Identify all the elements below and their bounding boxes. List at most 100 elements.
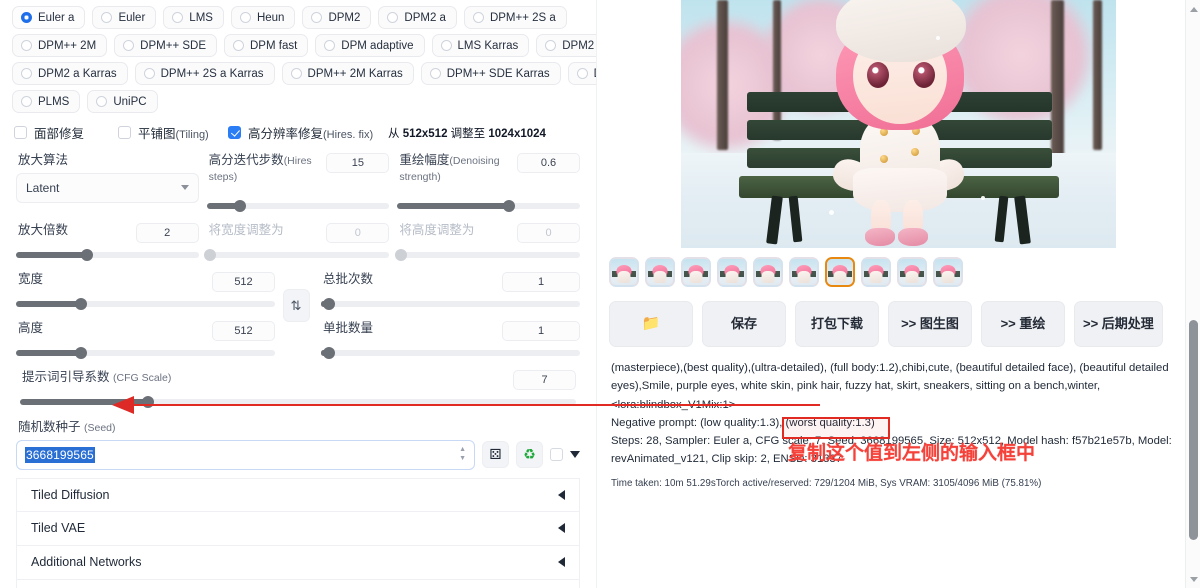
resize-width-slider[interactable] — [204, 247, 390, 263]
sampler-option-dpm-adaptive[interactable]: DPM adaptive — [315, 34, 425, 57]
slider-knob[interactable] — [204, 249, 217, 262]
batch-count-input[interactable]: 1 — [502, 272, 580, 293]
resize-height-input[interactable]: 0 — [517, 223, 581, 244]
denoise-input[interactable]: 0.6 — [517, 153, 581, 173]
send-to-img2img-button[interactable]: >> 图生图 — [888, 301, 972, 347]
cfg-input[interactable]: 7 — [513, 370, 576, 391]
width-header: 宽度 512 — [16, 272, 275, 293]
hires-fix-checkbox[interactable]: 高分辨率修复(Hires. fix) — [228, 123, 388, 142]
sampler-option-dpmpp-2m[interactable]: DPM++ 2M — [12, 34, 108, 57]
upscaler-select[interactable]: Latent — [16, 172, 199, 203]
random-seed-button[interactable]: ⚄ — [482, 441, 509, 469]
sampler-option-lms[interactable]: LMS — [163, 6, 224, 29]
scrollbar-thumb[interactable] — [1189, 320, 1198, 540]
seed-input[interactable]: 3668199565 ▲ ▼ — [16, 439, 475, 470]
gallery-thumbnail[interactable] — [825, 257, 855, 287]
sampler-option-dpmpp-2s-a-karras[interactable]: DPM++ 2S a Karras — [134, 62, 275, 85]
sampler-option-dpm2-karras[interactable]: DPM2 Karras — [536, 34, 596, 57]
sampler-option-dpmpp-sde[interactable]: DPM++ SDE — [114, 34, 217, 57]
send-to-extras-button[interactable]: >> 后期处理 — [1074, 301, 1163, 347]
slider-knob[interactable] — [81, 249, 94, 262]
sampler-option-euler[interactable]: Euler — [92, 6, 157, 29]
width-input[interactable]: 512 — [212, 272, 275, 293]
sampler-option-dpmpp-sde-karras[interactable]: DPM++ SDE Karras — [420, 62, 561, 85]
denoise-slider[interactable] — [397, 198, 581, 214]
sampler-option-dpm2-a[interactable]: DPM2 a — [378, 6, 457, 29]
upscale-by-slider[interactable] — [16, 247, 199, 263]
resize-height-label: 将高度调整为 — [399, 223, 475, 238]
slider-knob[interactable] — [322, 298, 335, 311]
resize-width-input[interactable]: 0 — [326, 223, 390, 244]
restore-faces-checkbox[interactable]: 面部修复 — [14, 123, 118, 142]
sampler-option-plms[interactable]: PLMS — [12, 90, 81, 113]
slider-knob[interactable] — [141, 396, 154, 409]
scroll-down-button[interactable] — [1186, 572, 1200, 586]
batch-count-slider[interactable] — [321, 296, 580, 312]
extra-seed-checkbox[interactable] — [550, 448, 563, 462]
sampler-option-heun[interactable]: Heun — [230, 6, 296, 29]
hires-steps-slider[interactable] — [206, 198, 390, 214]
send-to-inpaint-button[interactable]: >> 重绘 — [981, 301, 1065, 347]
gallery-thumbnail[interactable] — [861, 257, 891, 287]
slider-knob[interactable] — [74, 347, 87, 360]
sampler-option-dpm2-a-karras[interactable]: DPM2 a Karras — [12, 62, 128, 85]
negative-prompt-text: Negative prompt: (low quality:1.3), (wor… — [611, 416, 875, 429]
page-scrollbar[interactable] — [1185, 0, 1200, 588]
accordion-tiled-vae[interactable]: Tiled VAE — [16, 511, 580, 546]
slider-knob[interactable] — [322, 347, 335, 360]
sampler-option-unipc[interactable]: UniPC — [87, 90, 158, 113]
radio-icon — [290, 68, 302, 79]
sampler-option-lms-karras[interactable]: LMS Karras — [431, 34, 530, 57]
gallery-thumbnail[interactable] — [645, 257, 675, 287]
hires-steps-input[interactable]: 15 — [326, 153, 390, 173]
stepper-down-icon[interactable]: ▼ — [459, 455, 466, 462]
slider-knob[interactable] — [74, 298, 87, 311]
gallery-thumbnail-strip[interactable] — [597, 248, 1200, 287]
slider-fill — [16, 301, 81, 308]
width-slider[interactable] — [16, 296, 275, 312]
swap-dimensions-button[interactable]: ⇅ — [282, 289, 310, 323]
height-slider[interactable] — [16, 345, 275, 361]
slider-knob[interactable] — [394, 249, 407, 262]
sampler-option-dpmpp-2s-a[interactable]: DPM++ 2S a — [463, 6, 567, 29]
resize-height-slider[interactable] — [394, 247, 581, 263]
reuse-seed-button[interactable]: ♻ — [516, 441, 543, 469]
gallery-thumbnail[interactable] — [933, 257, 963, 287]
scroll-up-button[interactable] — [1186, 2, 1200, 16]
resize-note: 从 512x512 调整至 1024x1024 — [388, 125, 546, 141]
generated-image[interactable] — [681, 0, 1116, 248]
accordion-tiled-diffusion[interactable]: Tiled Diffusion — [16, 477, 580, 512]
sampler-option-euler-a[interactable]: Euler a — [12, 6, 86, 29]
sampler-option-dpm-fast[interactable]: DPM fast — [224, 34, 309, 57]
number-stepper[interactable]: ▲ ▼ — [459, 446, 466, 462]
open-folder-button[interactable]: 📁 — [609, 301, 693, 347]
sampler-option-ddim[interactable]: DDIM — [567, 62, 596, 85]
gallery-thumbnail[interactable] — [897, 257, 927, 287]
accordion-additional-networks[interactable]: Additional Networks — [16, 545, 580, 580]
sampler-option-dpmpp-2m-karras[interactable]: DPM++ 2M Karras — [281, 62, 414, 85]
chevron-down-icon[interactable] — [570, 451, 580, 459]
batch-count-label: 总批次数 — [323, 272, 374, 287]
cfg-slider[interactable] — [20, 394, 576, 410]
zip-download-label: 打包下载 — [810, 316, 863, 332]
slider-knob[interactable] — [233, 200, 246, 213]
zip-download-button[interactable]: 打包下载 — [795, 301, 879, 347]
stepper-up-icon[interactable]: ▲ — [459, 446, 466, 453]
batch-size-slider[interactable] — [321, 345, 580, 361]
height-input[interactable]: 512 — [212, 321, 275, 342]
upscale-by-input[interactable]: 2 — [135, 223, 199, 244]
chevron-left-icon — [558, 523, 565, 534]
sampler-option-dpm2[interactable]: DPM2 — [302, 6, 372, 29]
gallery-thumbnail[interactable] — [789, 257, 819, 287]
save-button[interactable]: 保存 — [702, 301, 786, 347]
gallery-thumbnail[interactable] — [609, 257, 639, 287]
gallery-thumbnail[interactable] — [681, 257, 711, 287]
batch-size-input[interactable]: 1 — [502, 321, 580, 342]
sampler-radio-group[interactable]: Euler a Euler LMS Heun DPM2 DPM2 a DPM++… — [8, 4, 596, 113]
gallery-thumbnail[interactable] — [717, 257, 747, 287]
slider-knob[interactable] — [502, 200, 515, 213]
tiling-checkbox[interactable]: 平铺图(Tiling) — [118, 123, 228, 142]
gallery-thumbnail[interactable] — [753, 257, 783, 287]
accordion-controlnet[interactable]: ControlNet — [16, 579, 580, 588]
radio-icon — [576, 68, 588, 79]
